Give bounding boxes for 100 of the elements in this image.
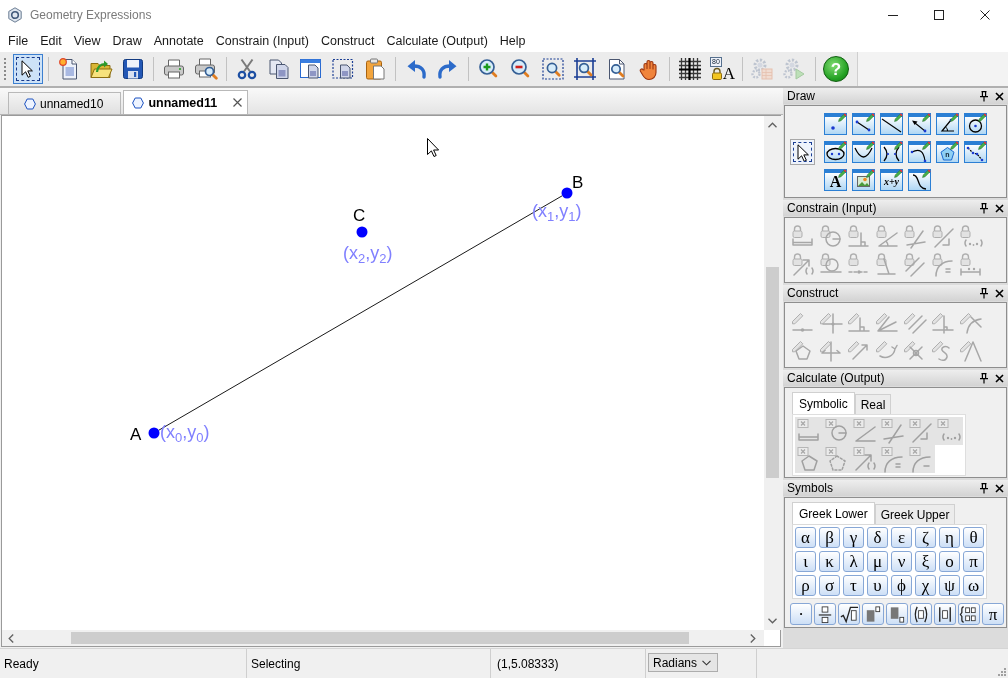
symbol-button[interactable]: κ — [819, 551, 840, 572]
chevron-up-icon[interactable] — [768, 122, 777, 128]
close-icon[interactable] — [233, 98, 243, 107]
subscript-template-button[interactable] — [886, 603, 908, 625]
absolute-template-button[interactable] — [934, 603, 956, 625]
symbol-button[interactable]: τ — [843, 575, 864, 596]
select-button[interactable] — [13, 54, 43, 84]
segment-tool-button[interactable] — [852, 113, 875, 135]
coordinate-label: (x$_{2}$,y$_{2}$) — [343, 242, 393, 264]
pencil-icon — [866, 141, 875, 150]
parabola-tool-button[interactable] — [852, 141, 875, 163]
symbol-button[interactable]: σ — [819, 575, 840, 596]
pin-icon[interactable] — [979, 90, 989, 102]
line-tool-button[interactable] — [880, 113, 903, 135]
symbol-button[interactable]: ω — [963, 575, 984, 596]
close-icon[interactable] — [995, 288, 1004, 298]
close-icon[interactable] — [995, 91, 1004, 101]
symbol-button[interactable]: ν — [891, 551, 912, 572]
symbol-button[interactable]: ι — [795, 551, 816, 572]
symbol-button[interactable]: δ — [867, 527, 888, 548]
ellipse-tool-button[interactable] — [824, 141, 847, 163]
symbol-button[interactable]: η — [939, 527, 960, 548]
close-icon[interactable] — [995, 373, 1004, 383]
symbol-button[interactable]: π — [982, 603, 1004, 625]
arc-tool-button[interactable] — [908, 141, 931, 163]
symbol-button[interactable]: λ — [843, 551, 864, 572]
vector-tool-button[interactable] — [908, 113, 931, 135]
menu-item[interactable]: Calculate (Output) — [380, 32, 494, 50]
sqrt-template-button[interactable] — [838, 603, 860, 625]
chevron-right-icon[interactable] — [750, 634, 756, 643]
pin-icon[interactable] — [979, 287, 989, 299]
panel-tab[interactable]: Greek Lower — [792, 502, 875, 524]
symbol-button[interactable]: ρ — [795, 575, 816, 596]
menu-item[interactable]: Construct — [314, 32, 381, 50]
pin-icon[interactable] — [979, 372, 989, 384]
point-tool-button[interactable] — [824, 113, 847, 135]
point-dot-icon — [356, 226, 368, 238]
symbol-button[interactable]: π — [963, 551, 984, 572]
symbol-button[interactable]: θ — [963, 527, 984, 548]
symbol-button[interactable]: γ — [843, 527, 864, 548]
symbol-button[interactable]: ε — [891, 527, 912, 548]
matrix-template-button[interactable] — [958, 603, 980, 625]
menu-item[interactable]: Help — [493, 32, 532, 50]
symbol-button[interactable]: ζ — [915, 527, 936, 548]
circle-tool-button[interactable] — [964, 113, 987, 135]
close-icon[interactable] — [995, 483, 1004, 493]
document-tab[interactable]: unnamed11 — [123, 90, 249, 114]
menu-item[interactable]: View — [67, 32, 107, 50]
select-tool-button[interactable] — [790, 139, 815, 165]
status-text: Selecting — [251, 656, 301, 671]
pencil-icon — [978, 141, 987, 150]
maximize-icon[interactable] — [934, 10, 944, 20]
symbol-button[interactable]: μ — [867, 551, 888, 572]
text-tool-button[interactable]: A — [824, 169, 847, 191]
menu-item[interactable]: Draw — [106, 32, 148, 50]
pencil-icon — [894, 169, 903, 178]
menu-item[interactable]: Constrain (Input) — [209, 32, 315, 50]
superscript-template-button[interactable] — [862, 603, 884, 625]
angle-tool-button[interactable] — [936, 113, 959, 135]
scrollbar-thumb[interactable] — [71, 632, 689, 644]
grid-icon — [678, 57, 702, 81]
symbol-button[interactable]: α — [795, 527, 816, 548]
scrollbar-thumb[interactable] — [766, 267, 779, 478]
fraction-template-button[interactable] — [814, 603, 836, 625]
symbol-button[interactable]: ο — [939, 551, 960, 572]
hexagon-icon — [24, 97, 36, 110]
pin-icon[interactable] — [979, 482, 989, 494]
toolbar-grip[interactable] — [4, 58, 7, 80]
chevron-down-icon[interactable] — [768, 618, 777, 624]
parentheses-template-button[interactable] — [910, 603, 932, 625]
symbol-button[interactable]: χ — [915, 575, 936, 596]
symbol-button[interactable]: ξ — [915, 551, 936, 572]
symbol-button[interactable]: ψ — [939, 575, 960, 596]
vertical-scrollbar[interactable] — [764, 116, 781, 630]
symbol-button[interactable]: υ — [867, 575, 888, 596]
picture-tool-button[interactable] — [852, 169, 875, 191]
expression-tool-button[interactable]: x+y — [880, 169, 903, 191]
symbol-button[interactable]: ϕ — [891, 575, 912, 596]
status-text: Ready — [4, 656, 39, 671]
point-dot-icon — [561, 187, 573, 199]
menu-item[interactable]: File — [2, 32, 35, 50]
menu-item[interactable]: Edit — [34, 32, 68, 50]
resize-grip-icon[interactable] — [998, 668, 1006, 676]
document-tab[interactable]: unnamed10 — [8, 92, 122, 114]
polyline-tool-button[interactable] — [964, 141, 987, 163]
chevron-left-icon[interactable] — [8, 634, 14, 643]
close-icon[interactable] — [980, 10, 990, 20]
function-tool-button[interactable] — [908, 169, 931, 191]
pencil-icon — [894, 141, 903, 150]
symbol-button[interactable]: · — [790, 603, 812, 625]
panel-tab[interactable]: Greek Upper — [874, 504, 956, 524]
menu-item[interactable]: Annotate — [147, 32, 210, 50]
pencil-icon — [866, 113, 875, 122]
pencil-icon — [978, 113, 987, 122]
close-icon[interactable] — [995, 203, 1004, 213]
hyperbola-tool-button[interactable] — [880, 141, 903, 163]
pin-icon[interactable] — [979, 202, 989, 214]
symbol-button[interactable]: β — [819, 527, 840, 548]
horizontal-scrollbar[interactable] — [2, 630, 764, 646]
angle-unit-dropdown[interactable]: Radians — [648, 653, 718, 672]
